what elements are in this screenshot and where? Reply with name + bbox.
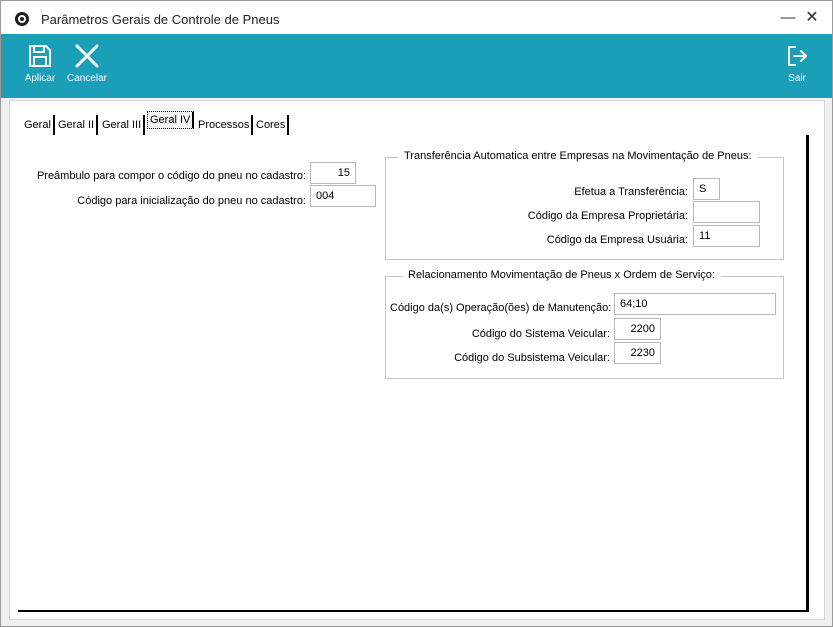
minimize-button[interactable]: — [777, 7, 799, 29]
init-code-input[interactable]: 004 [310, 185, 376, 207]
transfer-group-title: Transferência Automatica entre Empresas … [398, 150, 758, 162]
init-code-label: Código para inicialização do pneu no cad… [77, 195, 306, 207]
exit-icon [788, 46, 807, 66]
tab-geral[interactable]: Geral [22, 115, 55, 135]
exit-button[interactable]: Sair [779, 34, 815, 98]
exit-label: Sair [788, 73, 806, 84]
app-logo-icon [15, 12, 29, 26]
user-company-input[interactable]: 11 [693, 225, 760, 247]
tab-processos[interactable]: Processos [196, 115, 254, 135]
tab-geral-iv[interactable]: Geral IV [147, 111, 195, 129]
vehicle-system-input[interactable]: 2200 [614, 318, 661, 340]
apply-label: Aplicar [24, 73, 56, 84]
window-title: Parâmetros Gerais de Controle de Pneus [41, 12, 280, 27]
toolbar: Aplicar Cancelar Sair [1, 34, 832, 98]
preamble-input[interactable]: 15 [310, 162, 356, 184]
transfer-effect-input[interactable]: S [693, 178, 720, 200]
tab-geral-iii[interactable]: Geral III [100, 115, 146, 135]
transfer-effect-label: Efetua a Transferência: [574, 186, 688, 198]
vehicle-system-label: Código do Sistema Veicular: [471, 328, 610, 340]
main-window: Parâmetros Gerais de Controle de Pneus —… [0, 0, 833, 627]
user-company-label: Código da Empresa Usuária: [546, 234, 688, 246]
apply-button[interactable]: Aplicar [21, 34, 59, 98]
title-bar: Parâmetros Gerais de Controle de Pneus —… [1, 1, 832, 34]
close-icon [75, 44, 99, 68]
service-order-group: Relacionamento Movimentação de Pneus x O… [385, 269, 784, 379]
save-icon [29, 45, 51, 67]
maintenance-ops-label: Código da(s) Operação(ões) de Manutenção… [390, 302, 612, 314]
maintenance-ops-input[interactable]: 64;10 [614, 293, 776, 315]
content-area: Geral Geral II Geral III Geral IV Proces… [9, 100, 825, 620]
tab-geral-ii[interactable]: Geral II [56, 115, 99, 135]
tab-cores[interactable]: Cores [254, 115, 290, 135]
vehicle-subsystem-label: Código do Subsistema Veicular: [454, 352, 610, 364]
cancel-label: Cancelar [66, 73, 108, 84]
preamble-label: Preâmbulo para compor o código do pneu n… [36, 170, 306, 182]
owner-company-input[interactable] [693, 201, 760, 223]
owner-company-label: Código da Empresa Proprietária: [527, 210, 688, 222]
tab-panel-border-bottom [18, 610, 809, 612]
tab-panel-border-right [806, 135, 809, 612]
close-button[interactable]: ✕ [801, 7, 823, 29]
service-order-group-title: Relacionamento Movimentação de Pneus x O… [402, 269, 721, 281]
vehicle-subsystem-input[interactable]: 2230 [614, 342, 661, 364]
cancel-button[interactable]: Cancelar [65, 34, 109, 98]
transfer-group: Transferência Automatica entre Empresas … [385, 150, 784, 260]
